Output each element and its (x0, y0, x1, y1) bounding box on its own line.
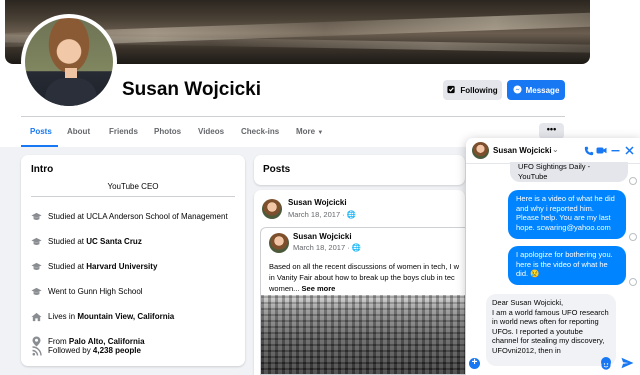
intro-bio: YouTube CEO (107, 182, 159, 191)
tab-posts[interactable]: Posts (21, 120, 58, 147)
post-author-avatar[interactable] (262, 199, 282, 219)
incoming-message: UFO Sightings Daily - YouTube (510, 162, 628, 182)
tab-friends[interactable]: Friends (100, 120, 145, 147)
intro-title: Intro (31, 164, 54, 175)
intro-item-link[interactable]: Gunn High School (78, 287, 143, 296)
post-card: Susan Wojcicki March 18, 2017 · 🌐 Susan … (254, 190, 465, 375)
intro-item-education-2: Studied at UC Santa Cruz (31, 236, 142, 247)
more-options-button[interactable]: ••• (539, 123, 564, 139)
posts-header-card: Posts (254, 155, 465, 185)
chat-contact-name[interactable]: Susan Wojcicki (493, 146, 552, 155)
messenger-icon (513, 84, 522, 96)
tab-more[interactable]: More ▼ (287, 120, 332, 147)
intro-item-education-1: Studied at UCLA Anderson School of Manag… (31, 211, 228, 222)
emoji-icon[interactable] (601, 357, 611, 370)
seen-indicator (629, 233, 637, 241)
intro-card: Intro YouTube CEO Studied at UCLA Anders… (21, 155, 245, 366)
tab-more-label: More (296, 127, 316, 136)
intro-item-prefix: Followed by (48, 346, 93, 355)
post-date[interactable]: March 18, 2017 · 🌐 (288, 210, 356, 219)
tab-photos[interactable]: Photos (145, 120, 189, 147)
intro-item-prefix: Lives in (48, 312, 78, 321)
rss-icon (31, 345, 42, 356)
posts-title: Posts (263, 164, 291, 175)
outgoing-message: I apologize for bothering you. here is t… (508, 246, 626, 285)
chevron-down-icon[interactable]: ⌄ (552, 145, 559, 154)
message-label: Message (525, 85, 560, 95)
following-check-icon (447, 85, 456, 96)
video-camera-icon[interactable] (596, 144, 607, 157)
tab-check-ins[interactable]: Check-ins (232, 120, 287, 147)
intro-item-high-school: Went to Gunn High School (31, 286, 143, 297)
phone-icon[interactable] (583, 144, 594, 157)
minimize-icon[interactable] (610, 144, 621, 157)
caret-down-icon: ▼ (317, 130, 324, 136)
intro-item-prefix: Studied at (48, 212, 87, 221)
seen-indicator (629, 177, 637, 185)
shared-post-author[interactable]: Susan Wojcicki (293, 232, 352, 241)
post-author-name[interactable]: Susan Wojcicki (288, 198, 347, 207)
post-text-line-2: in Vanity Fair about how to break up the… (269, 273, 455, 282)
message-button[interactable]: Message (507, 80, 565, 100)
send-icon[interactable] (621, 356, 634, 369)
shared-post-avatar[interactable] (269, 233, 289, 253)
chat-window: Susan Wojcicki ⌄ UFO Sightings Daily - Y… (466, 138, 640, 375)
graduation-cap-icon (31, 286, 42, 297)
profile-avatar[interactable] (21, 14, 117, 110)
following-label: Following (460, 85, 498, 95)
intro-item-link[interactable]: Harvard University (86, 262, 157, 271)
chat-header[interactable]: Susan Wojcicki ⌄ (466, 138, 640, 164)
see-more-link[interactable]: See more (302, 284, 336, 293)
shared-post-date[interactable]: March 18, 2017 · 🌐 (293, 243, 361, 252)
graduation-cap-icon (31, 261, 42, 272)
profile-name: Susan Wojcicki (122, 79, 262, 100)
intro-item-prefix: Studied at (48, 262, 87, 271)
graduation-cap-icon (31, 211, 42, 222)
intro-item-education-3: Studied at Harvard University (31, 261, 157, 272)
intro-item-prefix: Went to (48, 287, 78, 296)
intro-item-link[interactable]: 4,238 people (93, 346, 141, 355)
shared-post-text: Based on all the recent discussions of w… (269, 261, 465, 294)
intro-item-link[interactable]: UC Santa Cruz (86, 237, 142, 246)
chat-avatar[interactable] (472, 142, 489, 159)
outgoing-message: Here is a video of what he did and why i… (508, 190, 626, 239)
intro-item-link[interactable]: UCLA Anderson School of Management (86, 212, 227, 221)
shared-post[interactable]: Susan Wojcicki March 18, 2017 · 🌐 Based … (260, 227, 465, 375)
tab-videos[interactable]: Videos (189, 120, 232, 147)
add-attachment-icon[interactable]: + (469, 358, 480, 369)
header-divider (21, 116, 565, 117)
profile-tabs: Posts About Friends Photos Videos Check-… (21, 120, 332, 147)
intro-item-link[interactable]: Mountain View, California (77, 312, 174, 321)
intro-divider (31, 196, 235, 197)
home-icon (31, 311, 42, 322)
post-text-line-3: women... (269, 284, 302, 293)
message-compose-input[interactable]: Dear Susan Wojcicki, I am a world famous… (486, 294, 616, 366)
following-button[interactable]: Following (443, 80, 502, 100)
intro-item-prefix: Studied at (48, 237, 87, 246)
graduation-cap-icon (31, 236, 42, 247)
post-photo[interactable] (261, 295, 465, 374)
intro-item-lives-in: Lives in Mountain View, California (31, 311, 174, 322)
seen-indicator (629, 278, 637, 286)
intro-item-followers: Followed by 4,238 people (31, 345, 141, 356)
close-icon[interactable] (624, 144, 635, 157)
tab-about[interactable]: About (58, 120, 100, 147)
post-text-line-1: Based on all the recent discussions of w… (269, 262, 460, 271)
